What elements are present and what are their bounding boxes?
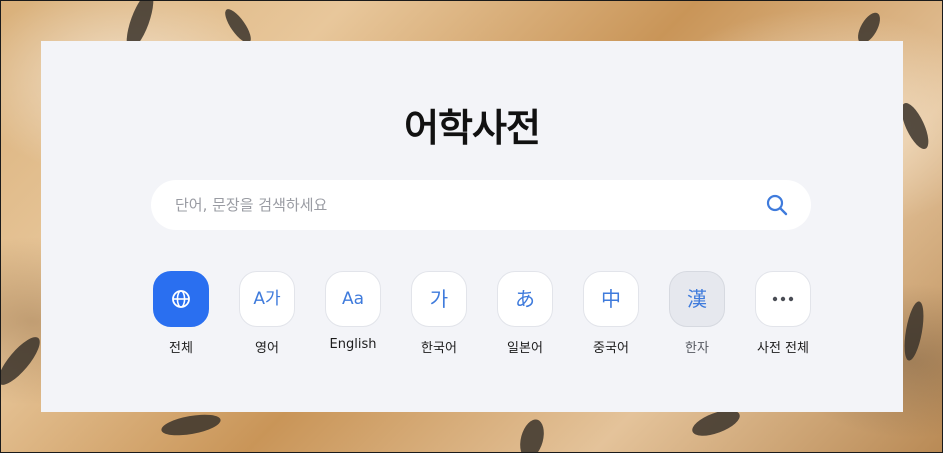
category-english-tile: Aa (325, 271, 381, 327)
page-title: 어학사전 (404, 106, 541, 150)
category-hanja-tile: 漢 (669, 271, 725, 327)
category-label: 전체 (169, 341, 193, 356)
english-icon: Aa (341, 288, 365, 309)
category-label: 한자 (685, 341, 709, 356)
search-bar (151, 180, 811, 230)
category-all-tile (153, 271, 209, 327)
background: 어학사전 전체 (0, 0, 943, 453)
category-chinese[interactable]: 中 중국어 (571, 271, 651, 356)
category-label: 영어 (255, 341, 279, 356)
category-label: 일본어 (507, 341, 543, 356)
category-english[interactable]: Aa English (313, 271, 393, 352)
globe-icon (172, 290, 190, 308)
search-icon (766, 194, 788, 216)
category-korean[interactable]: 가 한국어 (399, 271, 479, 356)
background-branch (159, 410, 223, 440)
category-label: English (329, 337, 377, 352)
category-label: 사전 전체 (757, 341, 809, 356)
category-label: 중국어 (593, 341, 629, 356)
category-all-dictionaries-tile (755, 271, 811, 327)
category-all[interactable]: 전체 (141, 271, 221, 356)
background-branch (1, 331, 46, 391)
category-japanese[interactable]: あ 일본어 (485, 271, 565, 356)
category-all-dictionaries[interactable]: 사전 전체 (743, 271, 823, 356)
category-korean-tile: 가 (411, 271, 467, 327)
english-korean-icon: A가 (253, 288, 281, 309)
category-japanese-tile: あ (497, 271, 553, 327)
background-branch (516, 416, 548, 452)
search-button[interactable] (765, 193, 789, 217)
category-english-korean[interactable]: A가 영어 (227, 271, 307, 356)
japanese-icon: あ (515, 287, 535, 311)
chinese-icon: 中 (601, 287, 621, 311)
search-input[interactable] (175, 180, 735, 230)
category-english-korean-tile: A가 (239, 271, 295, 327)
hanja-icon: 漢 (687, 287, 707, 311)
category-hanja[interactable]: 漢 한자 (657, 271, 737, 356)
more-icon (772, 296, 794, 302)
background-branch (900, 300, 928, 362)
category-chinese-tile: 中 (583, 271, 639, 327)
dictionary-panel: 어학사전 전체 (41, 41, 903, 412)
dictionary-category-list: 전체 A가 영어 Aa English 가 한국어 あ 일본어 中 중국어 漢 … (151, 271, 811, 361)
korean-icon: 가 (429, 287, 449, 311)
category-label: 한국어 (421, 341, 457, 356)
